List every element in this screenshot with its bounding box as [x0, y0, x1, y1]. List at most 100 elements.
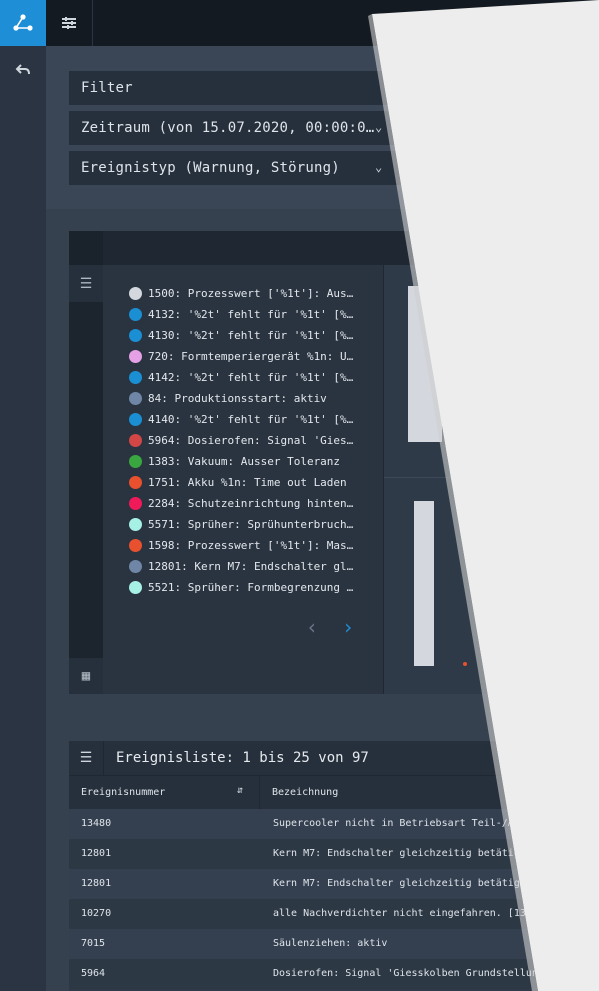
legend-label: 12801: Kern M7: Endschalter gl…	[148, 559, 354, 573]
event-list-title: Ereignisliste: 1 bis 25 von 97	[116, 750, 369, 766]
legend-dot-icon	[129, 475, 142, 489]
legend-label: 5571: Sprüher: Sprühunterbruch…	[148, 517, 354, 531]
bar-2	[449, 408, 469, 442]
event-number: 12801	[81, 848, 112, 859]
event-name: alle Nachverdichter nicht eingefahren. […	[273, 908, 550, 919]
legend-label: 1598: Prozesswert ['%1t']: Mas…	[148, 538, 354, 552]
table-row[interactable]: 13480 Supercooler nicht in Betriebsart Te…	[69, 809, 599, 839]
back-arrow-icon[interactable]	[0, 50, 46, 90]
event-number: 13480	[81, 818, 112, 829]
legend-item[interactable]: 4130: '%2t' fehlt für '%1t' [%…	[129, 327, 353, 343]
legend-dot-icon	[129, 538, 142, 552]
table-row[interactable]: 12801 Kern M7: Endschalter gleichzeitig b…	[69, 869, 599, 899]
legend-item[interactable]: 4142: '%2t' fehlt für '%1t' [%…	[129, 369, 353, 385]
legend-next-button[interactable]: ›	[342, 615, 354, 639]
chart-divider	[384, 477, 599, 478]
point-1	[463, 662, 467, 666]
timerange-value: Zeitraum (von 15.07.2020, 00:00:0…	[81, 120, 375, 136]
chart-plot-area	[383, 265, 599, 694]
legend-item[interactable]: 12801: Kern M7: Endschalter gl…	[129, 558, 353, 574]
legend-dot-icon	[129, 349, 142, 363]
legend-item[interactable]: 84: Produktionsstart: aktiv	[129, 390, 327, 406]
legend-label: 4142: '%2t' fehlt für '%1t' [%…	[148, 370, 354, 384]
table-row[interactable]: 7015 Säulenziehen: aktiv	[69, 929, 599, 959]
legend-label: 1751: Akku %1n: Time out Laden	[148, 475, 347, 489]
legend-dot-icon	[129, 370, 142, 384]
legend-label: 4132: '%2t' fehlt für '%1t' [%…	[148, 307, 354, 321]
legend-label: 1500: Prozesswert ['%1t']: Aus…	[148, 286, 354, 300]
legend-item[interactable]: 4132: '%2t' fehlt für '%1t' [%…	[129, 306, 353, 322]
event-number: 12801	[81, 878, 112, 889]
bar-3	[414, 501, 434, 666]
app-logo-icon[interactable]	[0, 0, 46, 46]
event-name: Dosierofen: Signal 'Giesskolben Grundste…	[273, 968, 562, 979]
column-name-label: Bezeichnung	[272, 787, 339, 798]
legend-label: 5964: Dosierofen: Signal 'Gies…	[148, 433, 354, 447]
top-bar	[46, 0, 599, 46]
table-row[interactable]: 10270 alle Nachverdichter nicht eingefahr…	[69, 899, 599, 929]
list-icon[interactable]: ☰	[69, 741, 104, 775]
legend-item[interactable]: 1383: Vakuum: Ausser Toleranz	[129, 453, 340, 469]
legend-item[interactable]: 5964: Dosierofen: Signal 'Gies…	[129, 432, 353, 448]
legend-dot-icon	[129, 328, 142, 342]
legend-dot-icon	[129, 307, 142, 321]
eventtype-dropdown[interactable]: Ereignistyp (Warnung, Störung) ⌄	[69, 151, 589, 185]
legend-dot-icon	[129, 496, 142, 510]
legend-label: 4130: '%2t' fehlt für '%1t' [%…	[148, 328, 354, 342]
point-2	[502, 637, 506, 641]
legend-label: 720: Formtemperiergerät %1n: U…	[148, 349, 354, 363]
chevron-down-icon: ⌄	[375, 120, 383, 134]
legend-item[interactable]: 1751: Akku %1n: Time out Laden	[129, 474, 347, 490]
timerange-dropdown[interactable]: Zeitraum (von 15.07.2020, 00:00:0… ⌄	[69, 111, 589, 145]
table-row[interactable]: 12801 Kern M7: Endschalter gleichzeitig b…	[69, 839, 599, 869]
filter-title: Filter	[81, 80, 133, 96]
bar-1	[408, 286, 442, 442]
legend-dot-icon	[129, 580, 142, 594]
column-number-label: Ereignisnummer	[81, 787, 166, 798]
legend-label: 1383: Vakuum: Ausser Toleranz	[148, 454, 341, 468]
legend-dot-icon	[129, 517, 142, 531]
legend-dot-icon	[129, 433, 142, 447]
filter-header[interactable]: Filter	[69, 71, 589, 105]
legend-item[interactable]: 1598: Prozesswert ['%1t']: Mas…	[129, 537, 353, 553]
legend-dot-icon	[129, 454, 142, 468]
table-row[interactable]: 5964 Dosierofen: Signal 'Giesskolben Grun…	[69, 959, 599, 989]
event-name: Kern M7: Endschalter gleichzeitig betäti…	[273, 878, 526, 889]
chevron-down-icon: ⌄	[375, 160, 383, 174]
calendar-icon[interactable]: ▦	[78, 668, 94, 684]
legend-item[interactable]: 5571: Sprüher: Sprühunterbruch…	[129, 516, 353, 532]
event-list-panel: ☰ Ereignisliste: 1 bis 25 von 97 Ereigni…	[46, 719, 599, 991]
bar-4	[495, 662, 515, 664]
legend-item[interactable]: 1500: Prozesswert ['%1t']: Aus…	[129, 285, 353, 301]
legend-item[interactable]: 720: Formtemperiergerät %1n: U…	[129, 348, 353, 364]
chart-legend: 1500: Prozesswert ['%1t']: Aus… 4132: '%2…	[103, 265, 383, 694]
event-list-card: ☰ Ereignisliste: 1 bis 25 von 97 Ereigni…	[69, 741, 599, 991]
chart-header	[69, 231, 599, 265]
legend-label: 2284: Schutzeinrichtung hinten…	[148, 496, 354, 510]
filter-panel: Filter Zeitraum (von 15.07.2020, 00:00:0…	[46, 46, 599, 210]
legend-dot-icon	[129, 559, 142, 573]
event-number: 5964	[81, 968, 106, 979]
chart-side-toolbar: ☰ ▦	[69, 265, 103, 694]
legend-label: 4140: '%2t' fehlt für '%1t' [%…	[148, 412, 354, 426]
column-header-number[interactable]: Ereignisnummer ⇵	[69, 775, 260, 809]
filter-toggle-button[interactable]	[46, 0, 93, 46]
sliders-icon	[62, 17, 76, 29]
chart-panel: ☰ ▦ 1500: Prozesswert ['%1t']: Aus… 4132:…	[46, 209, 599, 719]
legend-item[interactable]: 4140: '%2t' fehlt für '%1t' [%…	[129, 411, 353, 427]
legend-label: 5521: Sprüher: Formbegrenzung …	[148, 580, 354, 594]
legend-dot-icon	[129, 391, 142, 405]
legend-item[interactable]: 5521: Sprüher: Formbegrenzung …	[129, 579, 353, 595]
legend-label: 84: Produktionsstart: aktiv	[148, 391, 327, 405]
legend-prev-button[interactable]: ‹	[306, 615, 318, 639]
event-number: 10270	[81, 908, 112, 919]
legend-dot-icon	[129, 412, 142, 426]
legend-item[interactable]: 2284: Schutzeinrichtung hinten…	[129, 495, 353, 511]
legend-dot-icon	[129, 286, 142, 300]
sort-icon[interactable]: ⇵	[237, 785, 243, 796]
column-header-name[interactable]: Bezeichnung	[260, 775, 599, 809]
event-number: 7015	[81, 938, 106, 949]
list-icon[interactable]: ☰	[78, 276, 94, 292]
eventtype-value: Ereignistyp (Warnung, Störung)	[81, 160, 340, 176]
event-list-header: ☰ Ereignisliste: 1 bis 25 von 97	[69, 741, 599, 775]
